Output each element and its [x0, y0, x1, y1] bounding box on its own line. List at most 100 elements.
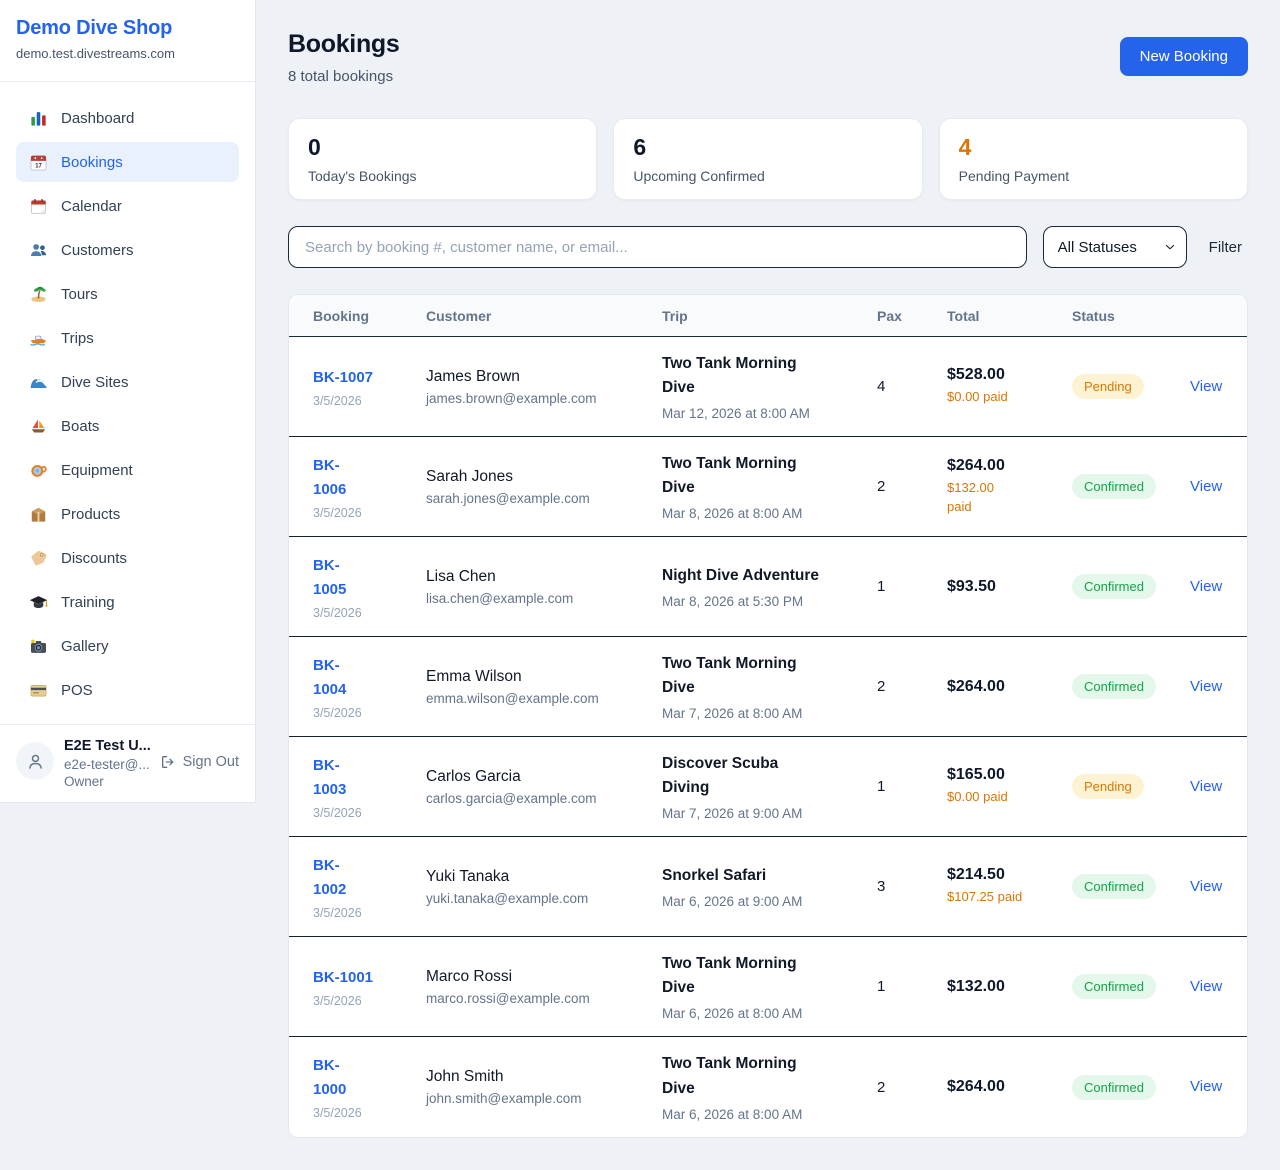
sidebar-item-bookings[interactable]: Bookings: [16, 142, 239, 182]
booking-id-link[interactable]: BK- 1000: [313, 1054, 346, 1102]
view-link[interactable]: View: [1190, 378, 1222, 395]
sidebar-item-dashboard[interactable]: Dashboard: [16, 98, 239, 138]
column-header-pax: Pax: [877, 308, 947, 324]
booking-date: 3/5/2026: [313, 506, 426, 520]
sidebar-item-pos[interactable]: POS: [16, 670, 239, 710]
view-link[interactable]: View: [1190, 878, 1222, 895]
stat-card: 0 Today's Bookings: [288, 118, 597, 200]
customer-email: emma.wilson@example.com: [426, 691, 662, 706]
sidebar-item-equipment[interactable]: Equipment: [16, 450, 239, 490]
actions-cell: View: [1190, 378, 1223, 396]
user-name: E2E Test U...: [64, 738, 150, 754]
sign-out-icon: [160, 754, 176, 770]
sidebar-item-training[interactable]: Training: [16, 582, 239, 622]
booking-id-link[interactable]: BK- 1002: [313, 854, 346, 902]
view-link[interactable]: View: [1190, 978, 1222, 995]
sidebar-item-discounts[interactable]: Discounts: [16, 538, 239, 578]
user-info: E2E Test U... e2e-tester@... Owner: [64, 738, 150, 789]
total-cell: $132.00: [947, 978, 1072, 996]
sidebar-item-tours[interactable]: Tours: [16, 274, 239, 314]
sidebar-nav: Dashboard Bookings Calendar Customers: [0, 82, 255, 724]
booking-cell: BK- 1003 3/5/2026: [313, 754, 426, 820]
brand-block: Demo Dive Shop demo.test.divestreams.com: [0, 0, 255, 82]
view-link[interactable]: View: [1190, 1078, 1222, 1095]
view-link[interactable]: View: [1190, 478, 1222, 495]
trip-datetime: Mar 8, 2026 at 5:30 PM: [662, 594, 877, 609]
sidebar-item-label: Equipment: [61, 462, 133, 479]
booking-id-link[interactable]: BK- 1006: [313, 454, 346, 502]
booking-cell: BK- 1006 3/5/2026: [313, 454, 426, 520]
page-title-block: Bookings 8 total bookings: [288, 30, 400, 85]
actions-cell: View: [1190, 578, 1223, 596]
sidebar-item-label: Training: [61, 594, 115, 611]
calendar-date-icon: [29, 153, 48, 172]
trip-name: Discover Scuba Diving: [662, 752, 822, 800]
package-icon: [29, 505, 48, 524]
customer-cell: Lisa Chen lisa.chen@example.com: [426, 568, 662, 606]
new-booking-button[interactable]: New Booking: [1120, 37, 1248, 76]
sidebar-item-label: Dive Sites: [61, 374, 129, 391]
sidebar-item-boats[interactable]: Boats: [16, 406, 239, 446]
sign-out-label: Sign Out: [183, 754, 239, 770]
sidebar-item-trips[interactable]: Trips: [16, 318, 239, 358]
sidebar-item-products[interactable]: Products: [16, 494, 239, 534]
status-cell: Confirmed: [1072, 674, 1190, 699]
sidebar-item-customers[interactable]: Customers: [16, 230, 239, 270]
table-body: BK-1007 3/5/2026 James Brown james.brown…: [289, 337, 1247, 1137]
sidebar-item-dive-sites[interactable]: Dive Sites: [16, 362, 239, 402]
table-row: BK- 1006 3/5/2026 Sarah Jones sarah.jone…: [289, 437, 1247, 537]
camera-icon: [29, 637, 48, 656]
customer-name: James Brown: [426, 368, 662, 386]
total-cell: $93.50: [947, 578, 1072, 596]
booking-id-link[interactable]: BK-1007: [313, 366, 373, 390]
stat-label: Today's Bookings: [308, 168, 577, 184]
trip-name: Night Dive Adventure: [662, 564, 822, 588]
avatar: [16, 742, 54, 780]
booking-id-link[interactable]: BK- 1004: [313, 654, 346, 702]
total-amount: $528.00: [947, 366, 1072, 384]
users-icon: [29, 241, 48, 260]
actions-cell: View: [1190, 878, 1223, 896]
booking-id-link[interactable]: BK- 1003: [313, 754, 346, 802]
pax-cell: 1: [877, 578, 947, 595]
view-link[interactable]: View: [1190, 778, 1222, 795]
customer-name: Yuki Tanaka: [426, 868, 662, 886]
booking-id-link[interactable]: BK-1001: [313, 966, 373, 990]
pax-cell: 1: [877, 778, 947, 795]
search-input[interactable]: [288, 226, 1027, 268]
status-cell: Confirmed: [1072, 874, 1190, 899]
booking-cell: BK- 1000 3/5/2026: [313, 1054, 426, 1120]
view-link[interactable]: View: [1190, 678, 1222, 695]
table-row: BK-1007 3/5/2026 James Brown james.brown…: [289, 337, 1247, 437]
speedboat-icon: [29, 329, 48, 348]
trip-datetime: Mar 6, 2026 at 8:00 AM: [662, 1006, 877, 1021]
trip-name: Two Tank Morning Dive: [662, 652, 822, 700]
stat-label: Pending Payment: [959, 168, 1228, 184]
status-badge: Confirmed: [1072, 874, 1156, 899]
customer-cell: Carlos Garcia carlos.garcia@example.com: [426, 768, 662, 806]
trip-datetime: Mar 7, 2026 at 9:00 AM: [662, 806, 877, 821]
app-root: Demo Dive Shop demo.test.divestreams.com…: [0, 0, 1280, 1170]
trip-datetime: Mar 6, 2026 at 8:00 AM: [662, 1107, 877, 1122]
total-amount: $93.50: [947, 578, 1072, 596]
trip-name: Two Tank Morning Dive: [662, 952, 822, 1000]
status-badge: Confirmed: [1072, 1075, 1156, 1100]
sidebar-item-label: Tours: [61, 286, 98, 303]
customer-email: marco.rossi@example.com: [426, 991, 662, 1006]
customer-email: john.smith@example.com: [426, 1091, 662, 1106]
stat-value: 4: [959, 134, 1228, 161]
trip-cell: Two Tank Morning Dive Mar 6, 2026 at 8:0…: [662, 1052, 877, 1121]
sidebar-item-label: Discounts: [61, 550, 127, 567]
booking-id-link[interactable]: BK- 1005: [313, 554, 346, 602]
customer-email: lisa.chen@example.com: [426, 591, 662, 606]
filter-button[interactable]: Filter: [1203, 239, 1248, 256]
sidebar-item-gallery[interactable]: Gallery: [16, 626, 239, 666]
booking-date: 3/5/2026: [313, 994, 426, 1008]
view-link[interactable]: View: [1190, 578, 1222, 595]
sign-out-button[interactable]: Sign Out: [160, 754, 239, 770]
total-amount: $264.00: [947, 1078, 1072, 1096]
bar-chart-icon: [29, 109, 48, 128]
status-select-wrap: All Statuses: [1043, 226, 1187, 268]
status-select[interactable]: All Statuses: [1043, 226, 1187, 268]
sidebar-item-calendar[interactable]: Calendar: [16, 186, 239, 226]
